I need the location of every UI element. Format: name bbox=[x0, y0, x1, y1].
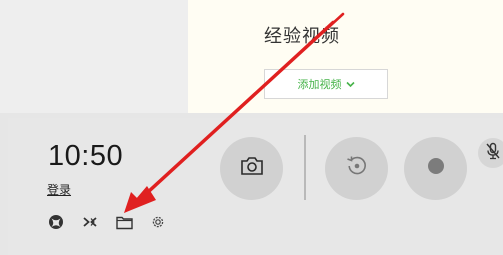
button-divider bbox=[304, 135, 306, 200]
login-link[interactable]: 登录 bbox=[47, 181, 71, 198]
screen: 经验视频 添加视频 10:50 登录 bbox=[0, 0, 503, 255]
screenshot-button[interactable] bbox=[220, 137, 283, 200]
xbox-icon[interactable] bbox=[47, 213, 65, 231]
record-dot-icon bbox=[427, 157, 445, 180]
chevron-down-icon bbox=[345, 81, 355, 88]
gear-icon[interactable] bbox=[149, 213, 167, 231]
desktop-backdrop bbox=[0, 0, 190, 115]
folder-icon[interactable] bbox=[115, 213, 133, 231]
mic-off-icon bbox=[485, 142, 501, 165]
mic-toggle-button[interactable] bbox=[478, 138, 503, 168]
clock-time: 10:50 bbox=[48, 140, 124, 172]
web-page-panel: 经验视频 添加视频 bbox=[188, 0, 503, 113]
record-last-button[interactable] bbox=[325, 137, 388, 200]
page-title: 经验视频 bbox=[264, 26, 340, 47]
add-video-label: 添加视频 bbox=[297, 78, 342, 91]
replay-record-icon bbox=[345, 154, 369, 183]
xbox-social-icon[interactable] bbox=[81, 213, 99, 231]
record-button[interactable] bbox=[404, 137, 467, 200]
add-video-button[interactable]: 添加视频 bbox=[264, 69, 388, 99]
camera-icon bbox=[240, 156, 264, 181]
